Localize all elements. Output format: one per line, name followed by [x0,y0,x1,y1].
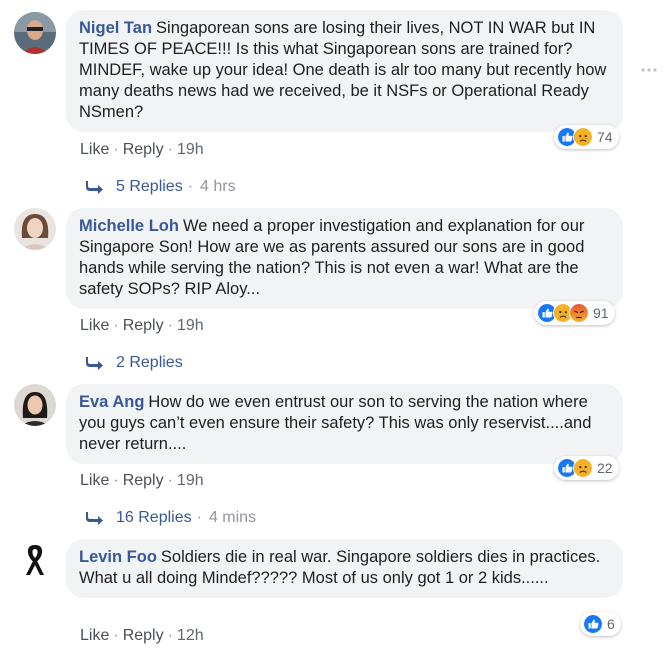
comment-text: Soldiers die in real war. Singapore sold… [79,548,601,587]
comment-author[interactable]: Eva Ang [79,393,144,411]
avatar-photo-icon [14,12,56,54]
like-link[interactable]: Like [80,317,109,334]
comment-actions: Like · Reply · 12h [80,627,204,644]
reply-link[interactable]: Reply [123,472,164,489]
reply-link[interactable]: Reply [123,317,164,334]
reaction-summary[interactable]: 74 [554,125,619,149]
avatar-photo-icon [14,208,56,250]
view-replies-link[interactable]: 5 Replies · 4 hrs [86,178,236,196]
replies-count[interactable]: 5 Replies [116,178,183,196]
replies-count[interactable]: 16 Replies [116,509,192,527]
comment-text: How do we even entrust our son to servin… [79,393,592,453]
like-icon [583,614,603,634]
reaction-summary[interactable]: 6 [580,612,621,636]
reaction-summary[interactable]: 22 [554,456,619,480]
comment-time[interactable]: 19h [177,472,204,489]
comment-actions: Like · Reply · 19h [80,317,204,334]
reply-arrow-icon [86,357,103,370]
view-replies-link[interactable]: 2 Replies [86,354,183,372]
comment-time[interactable]: 12h [177,627,204,644]
comment-time[interactable]: 19h [177,317,204,334]
comment-author[interactable]: Nigel Tan [79,19,152,37]
reaction-count: 91 [593,305,609,321]
comment-author[interactable]: Levin Foo [79,548,157,566]
reply-arrow-icon [86,512,103,525]
sad-icon [573,127,593,147]
reply-arrow-icon [86,181,103,194]
more-options-icon[interactable] [640,67,658,73]
avatar[interactable] [14,539,56,581]
comment-author[interactable]: Michelle Loh [79,217,179,235]
comment-bubble: Nigel Tan Singaporean sons are losing the… [66,10,623,132]
reply-link[interactable]: Reply [123,627,164,644]
like-link[interactable]: Like [80,472,109,489]
comment-actions: Like · Reply · 19h [80,141,204,158]
avatar[interactable] [14,384,56,426]
black-ribbon-icon [14,539,56,581]
sad-icon [573,458,593,478]
like-link[interactable]: Like [80,627,109,644]
comment-bubble: Michelle Loh We need a proper investigati… [66,208,623,309]
replies-time: 4 mins [208,509,257,526]
angry-icon [569,303,589,323]
avatar[interactable] [14,208,56,250]
avatar[interactable] [14,12,56,54]
comment-time[interactable]: 19h [177,141,204,158]
reaction-count: 22 [597,460,613,476]
avatar-photo-icon [14,384,56,426]
comment-text: Singaporean sons are losing their lives,… [79,19,607,121]
view-replies-link[interactable]: 16 Replies · 4 mins [86,509,256,527]
replies-time: 4 hrs [200,178,236,195]
comment-bubble: Eva Ang How do we even entrust our son to… [66,384,623,464]
comment-actions: Like · Reply · 19h [80,472,204,489]
comment-bubble: Levin Foo Soldiers die in real war. Singa… [66,539,623,598]
like-link[interactable]: Like [80,141,109,158]
reply-link[interactable]: Reply [123,141,164,158]
replies-count[interactable]: 2 Replies [116,354,183,372]
reaction-summary[interactable]: 91 [534,301,615,325]
reaction-count: 74 [597,129,613,145]
reaction-count: 6 [607,616,615,632]
